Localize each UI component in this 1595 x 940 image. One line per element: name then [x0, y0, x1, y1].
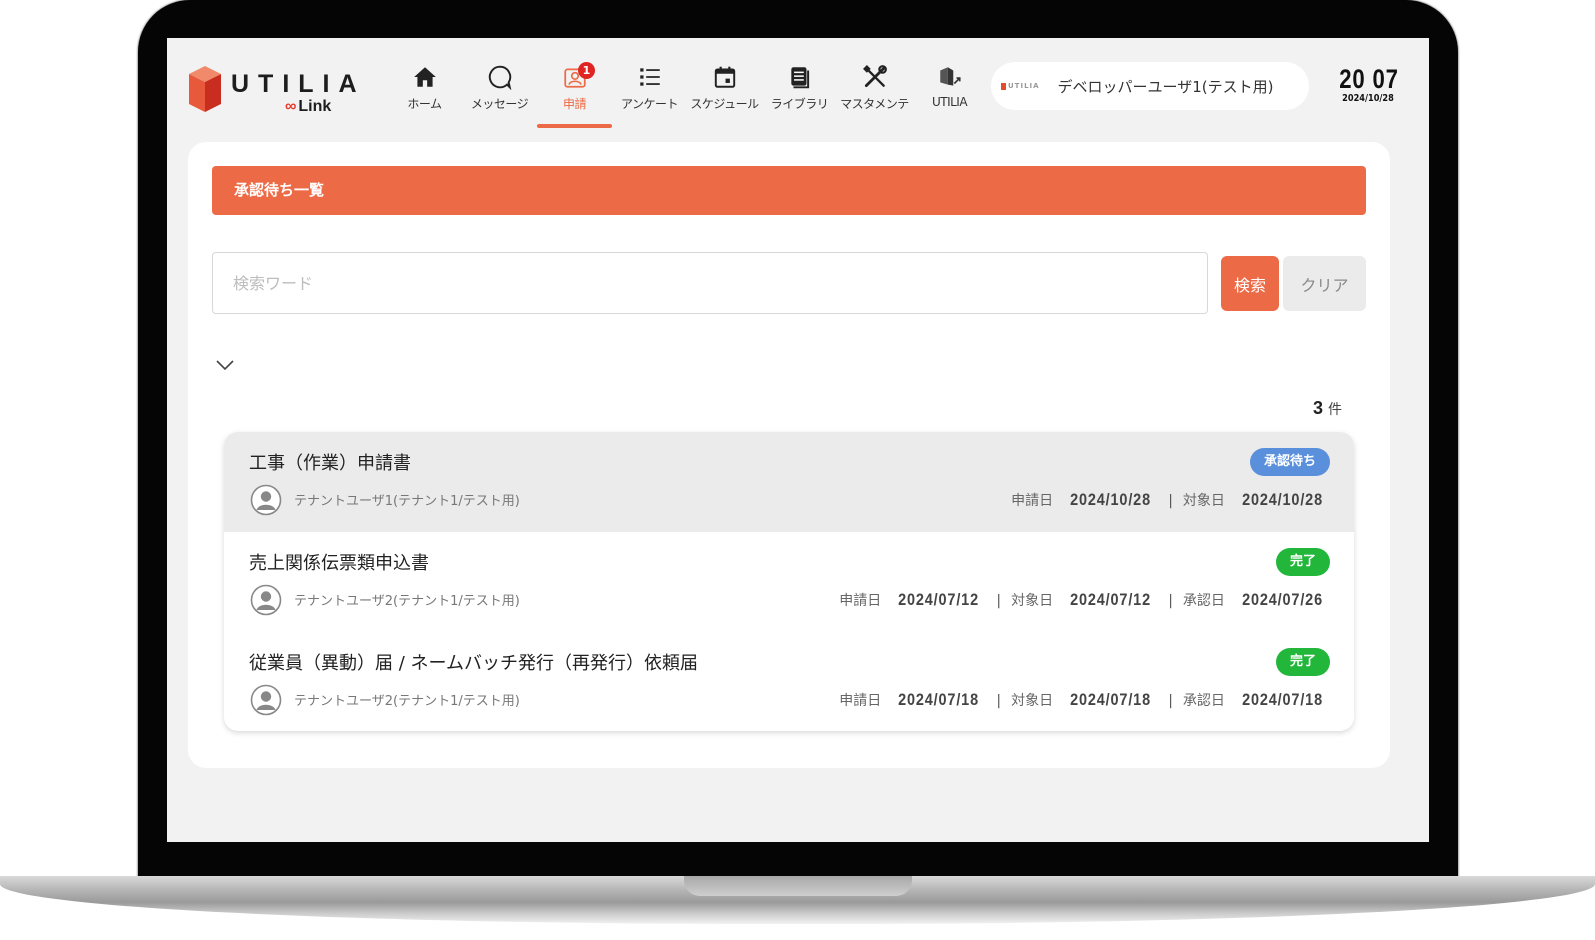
main-card: 承認待ち一覧 検索 クリア 3件 工事（作業）申請書 テナントユーザ1(テナント…: [188, 142, 1390, 768]
nav-library[interactable]: ライブラリ: [762, 58, 837, 128]
application-title: 従業員（異動）届 / ネームバッチ発行（再発行）依頼届: [249, 653, 698, 674]
separator: |: [996, 593, 1002, 609]
target-label: 対象日: [1182, 493, 1225, 509]
notification-badge: 1: [578, 62, 595, 79]
applied-date: 2024/07/12: [898, 590, 980, 609]
target-date: 2024/07/18: [1070, 690, 1152, 709]
external-link-icon: [939, 67, 961, 86]
nav-label: アンケート: [620, 97, 679, 111]
target-label: 対象日: [1011, 693, 1054, 709]
application-title: 工事（作業）申請書: [249, 453, 411, 474]
search-input[interactable]: [212, 252, 1208, 314]
logo-text: UTILIA: [231, 70, 366, 98]
separator: |: [1168, 593, 1173, 609]
user-menu[interactable]: UTILIA デベロッパーユーザ1(テスト用): [991, 62, 1309, 110]
tools-icon: [862, 65, 887, 88]
clock: 20 07 2024/10/28: [1333, 64, 1403, 104]
laptop-notch: [684, 876, 912, 896]
list-item[interactable]: 売上関係伝票類申込書 テナントユーザ2(テナント1/テスト用) 完了 申請日 20…: [224, 532, 1354, 632]
approved-date: 2024/07/18: [1242, 690, 1323, 709]
avatar-icon: [250, 684, 282, 716]
nav-label: ホーム: [407, 97, 442, 111]
applied-date: 2024/07/18: [898, 690, 980, 709]
avatar-icon: [250, 484, 282, 516]
tenant-logo: UTILIA: [1001, 82, 1040, 90]
target-date: 2024/10/28: [1242, 490, 1323, 509]
applied-date: 2024/10/28: [1070, 490, 1152, 509]
applicant-name: テナントユーザ2(テナント1/テスト用): [294, 694, 520, 709]
date-info: 申請日 2024/07/12 | 対象日 2024/07/12 | 承認日 2024/07/2…: [839, 590, 1330, 610]
result-count-value: 3: [1312, 398, 1323, 418]
nav-home[interactable]: ホーム: [387, 58, 462, 128]
page-title: 承認待ち一覧: [212, 166, 1366, 215]
nav-survey[interactable]: アンケート: [612, 58, 687, 128]
nav-label: ライブラリ: [770, 97, 829, 111]
avatar-icon: [250, 584, 282, 616]
library-icon: [790, 67, 809, 89]
approved-label: 承認日: [1182, 593, 1225, 609]
nav-master-maintenance[interactable]: マスタメンテ: [837, 58, 912, 128]
nav-utilia[interactable]: UTILIA: [912, 58, 987, 128]
result-count: 3件: [1313, 398, 1342, 419]
nav-label: スケジュール: [690, 97, 759, 111]
logo-sub: ∞ Link: [285, 98, 332, 115]
utilia-logo[interactable]: UTILIA ∞ Link: [185, 64, 365, 120]
link-chain-icon: ∞: [285, 98, 297, 115]
applicant-name: テナントユーザ2(テナント1/テスト用): [294, 594, 520, 609]
nav-message[interactable]: メッセージ: [462, 58, 537, 128]
logo-cube-icon: [189, 66, 221, 112]
nav-label: 申請: [562, 97, 587, 111]
home-icon: [413, 67, 436, 87]
nav-schedule[interactable]: スケジュール: [687, 58, 762, 128]
status-badge: 完了: [1275, 648, 1330, 676]
target-label: 対象日: [1011, 593, 1054, 609]
survey-list-icon: [639, 68, 660, 86]
application-title: 売上関係伝票類申込書: [249, 553, 429, 574]
date-info: 申請日 2024/10/28 | 対象日 2024/10/28: [1011, 490, 1330, 510]
separator: |: [1168, 693, 1173, 709]
separator: |: [1168, 493, 1173, 509]
separator: |: [996, 693, 1002, 709]
approved-date: 2024/07/26: [1242, 590, 1323, 609]
nav-label: UTILIA: [931, 95, 968, 109]
applied-label: 申請日: [839, 593, 882, 609]
applied-label: 申請日: [1011, 493, 1054, 509]
main-nav: ホーム メッセージ 1 申請 アンケート スケジュール ライブラリ マスタメンテ…: [387, 58, 987, 128]
nav-application[interactable]: 1 申請: [537, 58, 612, 128]
list-item[interactable]: 従業員（異動）届 / ネームバッチ発行（再発行）依頼届 テナントユーザ2(テナン…: [224, 632, 1354, 731]
message-icon: [488, 65, 511, 90]
clock-time: 20 07: [1339, 64, 1399, 94]
laptop-bezel: UTILIA ∞ Link ホーム メッセージ 1 申請 アンケート スケジュー…: [138, 0, 1458, 884]
clear-button[interactable]: クリア: [1283, 256, 1366, 311]
user-name: デベロッパーユーザ1(テスト用): [1057, 77, 1274, 96]
applicant-name: テナントユーザ1(テナント1/テスト用): [294, 494, 520, 509]
target-date: 2024/07/12: [1070, 590, 1152, 609]
status-badge: 承認待ち: [1249, 448, 1330, 476]
nav-label: メッセージ: [470, 97, 529, 111]
approved-label: 承認日: [1182, 693, 1225, 709]
calendar-icon: [714, 66, 735, 88]
tenant-logo-icon: [1001, 82, 1006, 90]
date-info: 申請日 2024/07/18 | 対象日 2024/07/18 | 承認日 2024/07/1…: [839, 690, 1330, 710]
result-count-unit: 件: [1328, 402, 1342, 418]
list-item[interactable]: 工事（作業）申請書 テナントユーザ1(テナント1/テスト用) 承認待ち 申請日 2…: [224, 432, 1354, 532]
app-screen: UTILIA ∞ Link ホーム メッセージ 1 申請 アンケート スケジュー…: [167, 38, 1429, 842]
application-list: 工事（作業）申請書 テナントユーザ1(テナント1/テスト用) 承認待ち 申請日 2…: [224, 432, 1354, 731]
chevron-down-icon[interactable]: [215, 358, 235, 372]
nav-label: マスタメンテ: [840, 97, 909, 111]
status-badge: 完了: [1275, 548, 1330, 576]
search-button[interactable]: 検索: [1221, 256, 1279, 311]
applied-label: 申請日: [839, 693, 882, 709]
clock-date: 2024/10/28: [1342, 93, 1394, 104]
